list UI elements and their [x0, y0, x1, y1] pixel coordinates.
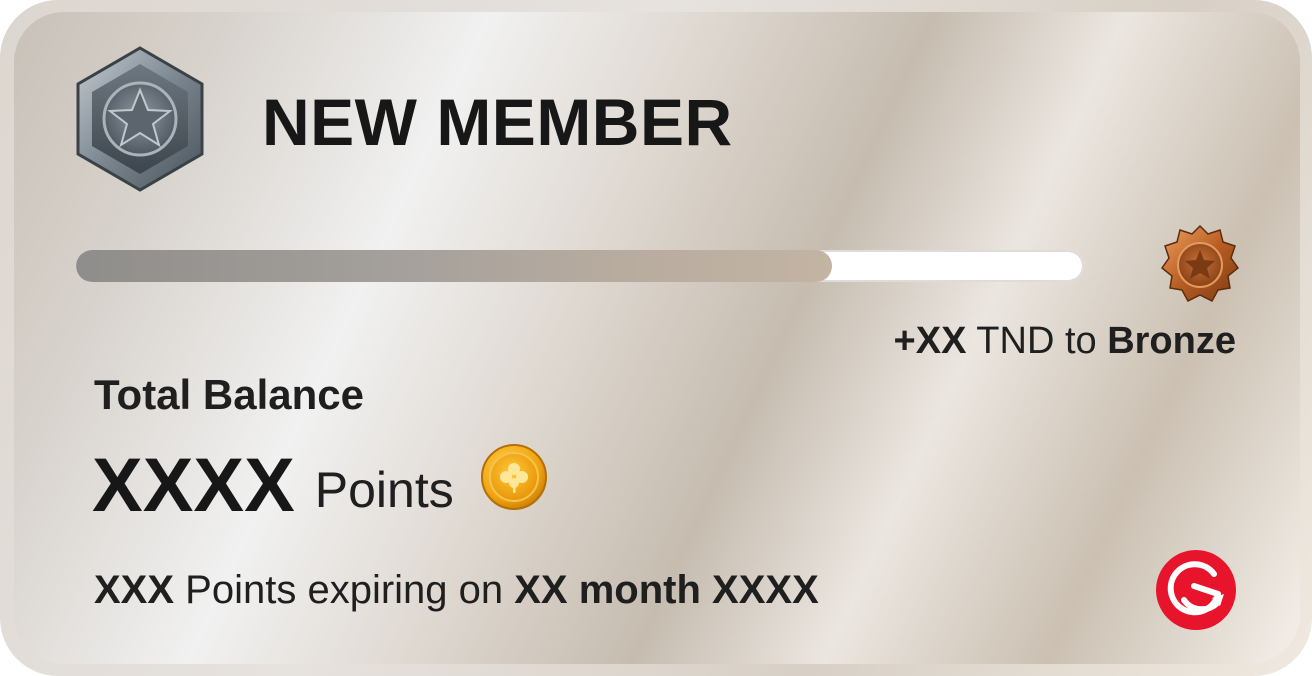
balance-unit: Points: [314, 462, 454, 518]
next-tier-currency: TND to: [966, 320, 1108, 362]
gold-coin-icon: [480, 444, 547, 510]
bronze-badge-icon: [1160, 224, 1240, 302]
balance-value: XXXX: [92, 443, 295, 528]
expiry-points: XXX: [94, 568, 175, 612]
tier-title: NEW MEMBER: [262, 85, 733, 159]
expiry-date: XX month XXXX: [514, 568, 819, 612]
balance-label: Total Balance: [94, 371, 364, 418]
brand-logo-icon: [1156, 550, 1236, 630]
tier-progress-fill: [76, 250, 832, 282]
next-tier-name: Bronze: [1107, 320, 1236, 362]
points-expiry-text: XXX Points expiring on XX month XXXX: [94, 566, 819, 614]
next-tier-text: +XX TND to Bronze: [894, 318, 1236, 364]
next-tier-amount: +XX: [893, 320, 967, 362]
balance-row: XXXX Points: [92, 443, 548, 528]
silver-badge-icon: [76, 46, 204, 192]
tier-progress-bar: [76, 250, 1084, 282]
expiry-middle: Points expiring on: [174, 568, 515, 612]
